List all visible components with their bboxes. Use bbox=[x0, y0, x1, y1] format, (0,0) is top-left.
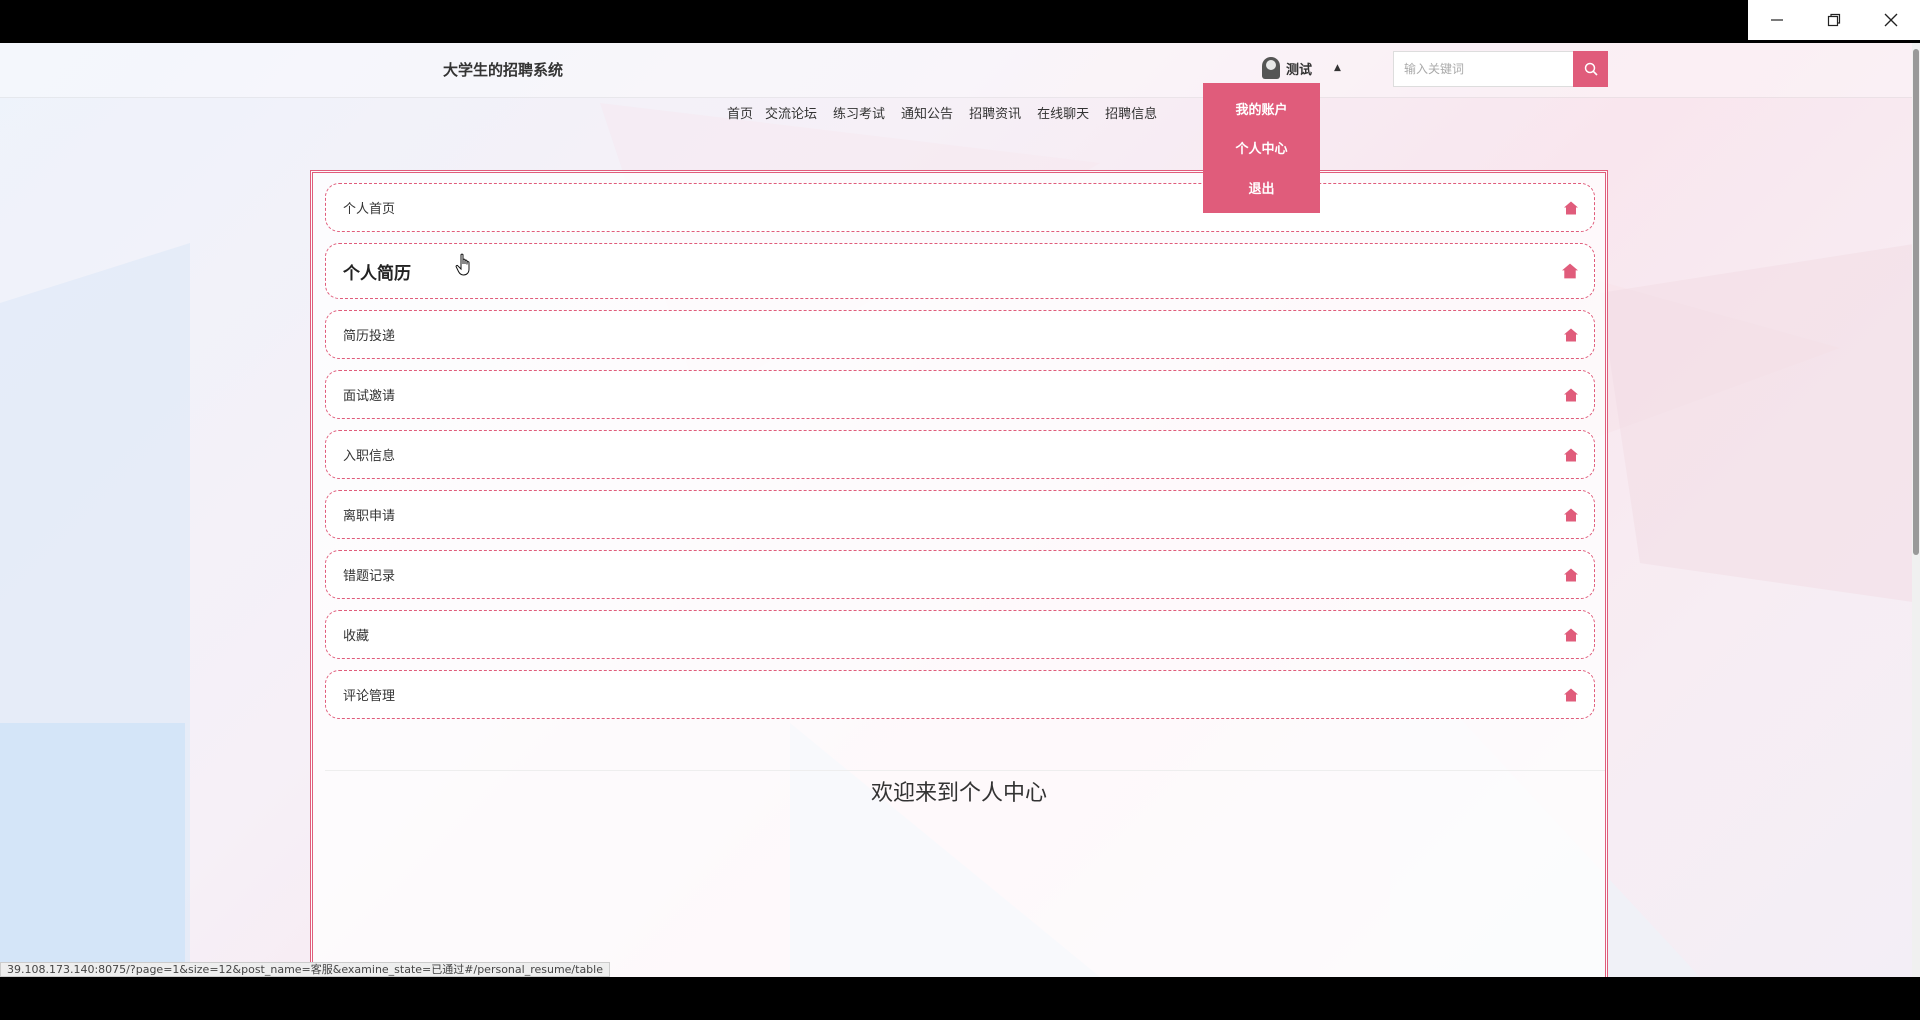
menu-item-resume-delivery[interactable]: 简历投递 bbox=[325, 310, 1595, 359]
menu-item-favorites[interactable]: 收藏 bbox=[325, 610, 1595, 659]
menu-item-label: 收藏 bbox=[343, 629, 370, 644]
search-box bbox=[1393, 51, 1608, 87]
menu-item-label: 面试邀请 bbox=[343, 389, 396, 404]
window-bottom-bar bbox=[0, 977, 1920, 1020]
menu-item-interview[interactable]: 面试邀请 bbox=[325, 370, 1595, 419]
nav-item-jobs[interactable]: 招聘信息 bbox=[1097, 103, 1165, 127]
menu-item-onboarding[interactable]: 入职信息 bbox=[325, 430, 1595, 479]
close-button[interactable] bbox=[1862, 0, 1919, 40]
menu-item-comments[interactable]: 评论管理 bbox=[325, 670, 1595, 719]
page-scrollbar[interactable] bbox=[1912, 43, 1920, 977]
menu-item-label: 错题记录 bbox=[343, 569, 396, 584]
personal-center-panel: 个人首页 个人简历 简历投递 面试邀请 入职信息 离职申请 错题记录 收藏 评论… bbox=[310, 170, 1608, 977]
nav-item-home[interactable]: 首页 bbox=[727, 103, 757, 127]
minimize-button[interactable] bbox=[1748, 0, 1805, 40]
close-icon bbox=[1884, 13, 1897, 27]
menu-item-home[interactable]: 个人首页 bbox=[325, 183, 1595, 232]
window-controls bbox=[1748, 0, 1920, 40]
nav-item-notice[interactable]: 通知公告 bbox=[893, 103, 961, 127]
nav-item-forum[interactable]: 交流论坛 bbox=[757, 103, 825, 127]
home-icon bbox=[1564, 628, 1578, 641]
minimize-icon bbox=[1770, 19, 1783, 21]
home-icon bbox=[1564, 201, 1578, 214]
personal-menu: 个人首页 个人简历 简历投递 面试邀请 入职信息 离职申请 错题记录 收藏 评论… bbox=[325, 183, 1595, 730]
site-title[interactable]: 大学生的招聘系统 bbox=[443, 59, 563, 80]
dropdown-item-logout[interactable]: 退出 bbox=[1248, 178, 1274, 197]
restore-button[interactable] bbox=[1805, 0, 1862, 40]
restore-icon bbox=[1827, 13, 1840, 27]
menu-item-resignation[interactable]: 离职申请 bbox=[325, 490, 1595, 539]
status-url: 39.108.173.140:8075/?page=1&size=12&post… bbox=[0, 962, 610, 977]
home-icon bbox=[1564, 448, 1578, 461]
menu-item-label: 个人简历 bbox=[343, 263, 411, 284]
avatar bbox=[1262, 57, 1280, 79]
nav-item-news[interactable]: 招聘资讯 bbox=[961, 103, 1029, 127]
nav-item-exam[interactable]: 练习考试 bbox=[825, 103, 893, 127]
menu-item-label: 评论管理 bbox=[343, 689, 396, 704]
page-viewport: 大学生的招聘系统 测试 ▲ 首页 交流论坛 练习考试 通知公告 招聘资讯 在线聊… bbox=[0, 43, 1920, 977]
search-icon bbox=[1584, 62, 1598, 76]
divider bbox=[325, 770, 1605, 771]
menu-item-label: 简历投递 bbox=[343, 329, 396, 344]
hand-cursor-icon bbox=[455, 253, 470, 276]
home-icon bbox=[1564, 328, 1578, 341]
home-icon bbox=[1564, 688, 1578, 701]
site-header: 大学生的招聘系统 测试 ▲ bbox=[0, 43, 1920, 98]
caret-up-icon: ▲ bbox=[1334, 63, 1341, 73]
nav-item-chat[interactable]: 在线聊天 bbox=[1029, 103, 1097, 127]
menu-item-label: 个人首页 bbox=[343, 202, 396, 217]
home-icon bbox=[1564, 568, 1578, 581]
menu-item-wrong-questions[interactable]: 错题记录 bbox=[325, 550, 1595, 599]
welcome-message: 欢迎来到个人中心 bbox=[870, 781, 1047, 806]
menu-item-resume[interactable]: 个人简历 bbox=[325, 243, 1595, 299]
scrollbar-thumb[interactable] bbox=[1913, 49, 1919, 555]
search-button[interactable] bbox=[1573, 51, 1608, 87]
dropdown-item-personal-center[interactable]: 个人中心 bbox=[1235, 138, 1287, 157]
menu-item-label: 入职信息 bbox=[343, 449, 396, 464]
home-icon bbox=[1562, 263, 1578, 279]
user-dropdown: 我的账户 个人中心 退出 bbox=[1203, 83, 1320, 213]
home-icon bbox=[1564, 508, 1578, 521]
search-input[interactable] bbox=[1393, 51, 1573, 87]
main-nav: 首页 交流论坛 练习考试 通知公告 招聘资讯 在线聊天 招聘信息 bbox=[727, 103, 1165, 127]
home-icon bbox=[1564, 388, 1578, 401]
menu-item-label: 离职申请 bbox=[343, 509, 396, 524]
user-name: 测试 bbox=[1286, 62, 1313, 78]
dropdown-item-account[interactable]: 我的账户 bbox=[1235, 99, 1287, 118]
user-menu-trigger[interactable]: 测试 ▲ bbox=[1262, 53, 1341, 83]
window-titlebar bbox=[0, 0, 1920, 43]
